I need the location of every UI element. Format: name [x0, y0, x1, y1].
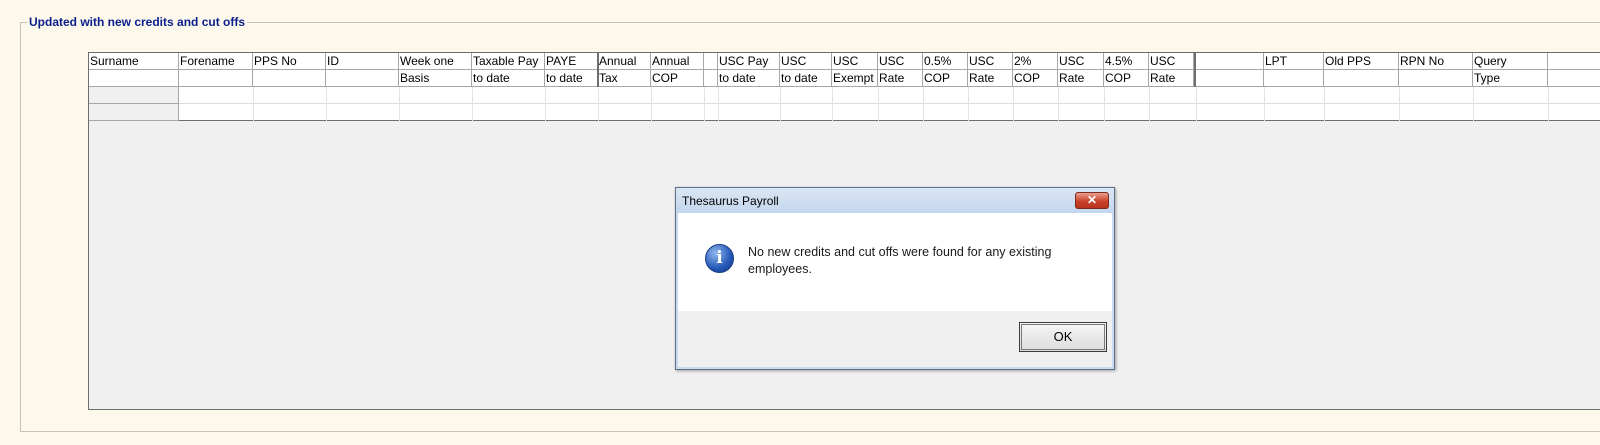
grid-line [651, 87, 652, 121]
col-annual-tax-header[interactable]: Annual [598, 53, 651, 70]
col-forename-header[interactable]: Forename [179, 53, 253, 70]
col-usc-exempt-header-2: Exempt [832, 70, 878, 87]
col-pps-no-header[interactable]: PPS No [253, 53, 326, 70]
col-taxable-pay-header[interactable]: Taxable Pay [472, 53, 545, 70]
grid-line [1264, 87, 1265, 121]
col-cop-05-header-2: COP [923, 70, 968, 87]
col-lpt-header-2 [1264, 70, 1324, 87]
col-usc-pay-header-2: to date [718, 70, 780, 87]
ok-button[interactable]: OK [1019, 322, 1107, 352]
col-blank2-header-2 [1196, 70, 1264, 87]
header-row-1: Surname Forename PPS No ID Week one Taxa… [89, 53, 1600, 70]
col-pps-no-header-2 [253, 70, 326, 87]
col-cop-05-header[interactable]: 0.5% [923, 53, 968, 70]
col-rpn-no-header-2 [1399, 70, 1473, 87]
message-dialog: Thesaurus Payroll ✕ i No new credits and… [675, 187, 1115, 370]
col-lpt-header[interactable]: LPT [1264, 53, 1324, 70]
dialog-title: Thesaurus Payroll [682, 194, 779, 208]
section-title: Updated with new credits and cut offs [27, 15, 248, 29]
col-old-pps-header-2 [1324, 70, 1399, 87]
col-blank-header[interactable] [704, 53, 718, 70]
col-week-one-header[interactable]: Week one [399, 53, 472, 70]
table-row[interactable] [89, 104, 1600, 121]
dialog-titlebar[interactable]: Thesaurus Payroll ✕ [676, 188, 1114, 213]
grid-line [1104, 87, 1105, 121]
col-cop-2-header-2: COP [1013, 70, 1058, 87]
col-id-header-2 [326, 70, 399, 87]
col-usc-exempt-header[interactable]: USC [832, 53, 878, 70]
grid-line [780, 87, 781, 121]
grid-line [1548, 87, 1549, 121]
grid-line [472, 87, 473, 121]
row-header[interactable] [89, 87, 179, 104]
table-row[interactable] [89, 87, 1600, 104]
grid-line [1196, 87, 1197, 121]
col-cop-45-header-2: COP [1104, 70, 1149, 87]
col-annual-tax-header-2: Tax [598, 70, 651, 87]
col-annual-cop-header-2: COP [651, 70, 704, 87]
col-cop-45-header[interactable]: 4.5% [1104, 53, 1149, 70]
column-group-divider [1194, 53, 1196, 87]
grid-line [704, 87, 705, 121]
header-row-2: Basis to date to date Tax COP to date to… [89, 70, 1600, 87]
col-usc-rate1-header-2: Rate [878, 70, 923, 87]
col-id-header[interactable]: ID [326, 53, 399, 70]
grid-line [326, 87, 327, 121]
grid-line [832, 87, 833, 121]
grid-line [968, 87, 969, 121]
grid-line [1324, 87, 1325, 121]
col-usc-todate-header[interactable]: USC [780, 53, 832, 70]
grid-line [923, 87, 924, 121]
col-usc-rate4-header-2: Rate [1149, 70, 1194, 87]
close-button[interactable]: ✕ [1075, 192, 1109, 209]
col-blank2-header[interactable] [1196, 53, 1264, 70]
grid-line [399, 87, 400, 121]
col-usc-rate1-header[interactable]: USC [878, 53, 923, 70]
col-usc-rate2-header-2: Rate [968, 70, 1013, 87]
grid-line [718, 87, 719, 121]
col-old-pps-header[interactable]: Old PPS [1324, 53, 1399, 70]
employee-grid[interactable]: Surname Forename PPS No ID Week one Taxa… [89, 53, 1600, 121]
grid-line [1149, 87, 1150, 121]
col-cop-2-header[interactable]: 2% [1013, 53, 1058, 70]
col-query-header[interactable]: Query [1473, 53, 1548, 70]
col-usc-todate-header-2: to date [780, 70, 832, 87]
grid-line [545, 87, 546, 121]
grid-line [1473, 87, 1474, 121]
col-annual-cop-header[interactable]: Annual [651, 53, 704, 70]
col-taxable-pay-header-2: to date [472, 70, 545, 87]
col-usc-rate2-header[interactable]: USC [968, 53, 1013, 70]
col-surname-header-2 [89, 70, 179, 87]
dialog-message: No new credits and cut offs were found f… [748, 245, 1052, 276]
grid-line [1058, 87, 1059, 121]
col-usc-rate3-header[interactable]: USC [1058, 53, 1104, 70]
col-forename-header-2 [179, 70, 253, 87]
grid-line [1399, 87, 1400, 121]
col-surname-header[interactable]: Surname [89, 53, 179, 70]
col-query-header-2: Type [1473, 70, 1548, 87]
col-rpn-no-header[interactable]: RPN No [1399, 53, 1473, 70]
grid-line [878, 87, 879, 121]
dialog-body: i No new credits and cut offs were found… [678, 213, 1112, 311]
col-paye-header-2: to date [545, 70, 598, 87]
column-group-divider [597, 53, 599, 87]
col-usc-rate3-header-2: Rate [1058, 70, 1104, 87]
col-usc-pay-header[interactable]: USC Pay [718, 53, 780, 70]
dialog-footer: OK [678, 311, 1112, 367]
col-paye-header[interactable]: PAYE [545, 53, 598, 70]
grid-line [1013, 87, 1014, 121]
grid-line [598, 87, 599, 121]
grid-line [253, 87, 254, 121]
col-blank-header-2 [704, 70, 718, 87]
row-header[interactable] [89, 104, 179, 121]
col-usc-rate4-header[interactable]: USC [1149, 53, 1194, 70]
info-icon: i [705, 244, 734, 273]
col-week-one-header-2: Basis [399, 70, 472, 87]
